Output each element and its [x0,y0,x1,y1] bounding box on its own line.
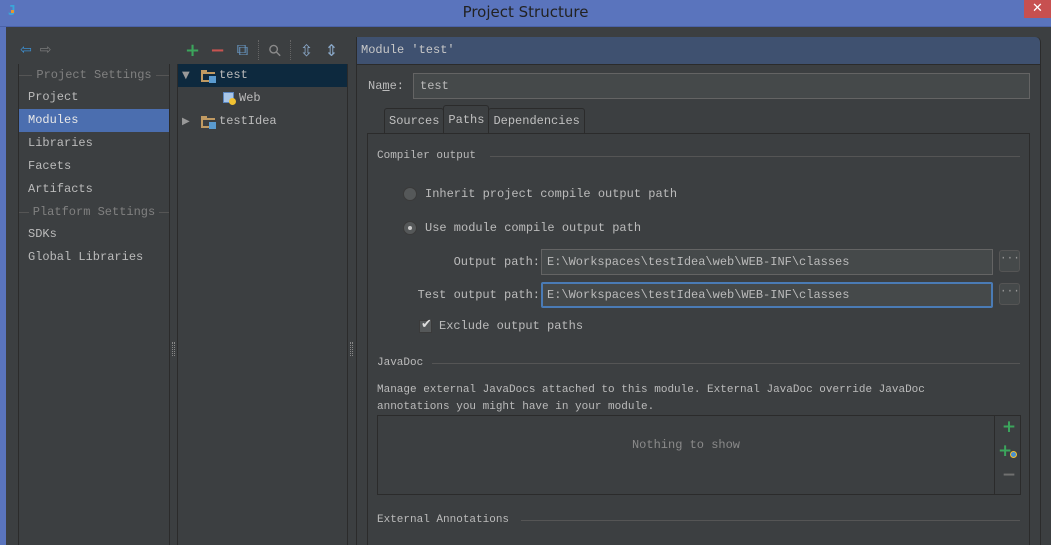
output-path-browse-button[interactable]: ··· [999,250,1020,272]
checkmark-icon: ✔ [421,316,432,332]
collapse-all-icon: ⇕ [324,40,339,60]
exclude-output-checkbox-row[interactable]: ✔ Exclude output paths [419,316,584,334]
name-label: Name: [368,79,405,93]
expand-all-icon: ⇳ [299,40,314,60]
find-button[interactable]: ⚲ [262,39,287,61]
splitter-grip-icon[interactable] [172,342,175,356]
splitter-grip-icon[interactable] [350,342,353,356]
output-path-label: Output path: [453,255,540,269]
add-button[interactable]: + [180,39,205,61]
window-title: Project Structure [462,3,589,21]
module-tree: ▼ test Web ▶ testIdea [177,64,348,545]
tree-node-test[interactable]: ▼ test [178,64,347,87]
toolbar-separator [258,40,259,60]
test-output-path-input[interactable] [541,282,993,308]
tree-node-label: testIdea [219,114,277,128]
collapsed-arrow-icon[interactable]: ▶ [182,110,190,133]
expand-all-button[interactable]: ⇳ [294,39,319,61]
sidebar-item-libraries[interactable]: Libraries [19,132,169,155]
test-output-path-row: Test output path: ··· [368,282,1031,308]
exclude-output-checkbox[interactable]: ✔ [419,316,432,333]
close-button[interactable]: ✕ [1024,0,1051,18]
tab-paths[interactable]: Paths [443,105,490,133]
sidebar-item-project[interactable]: Project [19,86,169,109]
minus-icon: − [209,39,226,61]
back-arrow-icon[interactable]: ⇦ [20,40,32,60]
external-annotations-title: External Annotations [377,514,510,526]
sidebar-section-header: Project Settings [19,64,169,86]
test-output-path-browse-button[interactable]: ··· [999,283,1020,305]
settings-sidebar: Project Settings Project Modules Librari… [18,64,170,545]
output-path-row: Output path: ··· [368,249,1031,275]
remove-javadoc-button[interactable]: − [1001,467,1017,484]
sidebar-item-modules[interactable]: Modules [19,109,169,132]
module-name-row: Name: [357,73,1040,99]
expanded-arrow-icon[interactable]: ▼ [182,64,190,87]
empty-list-text: Nothing to show [631,438,741,452]
toolbar-separator [290,40,291,60]
title-bar: J Project Structure ✕ [0,0,1051,27]
javadoc-title: JavaDoc [377,357,424,369]
module-output-radio[interactable]: Use module compile output path [403,219,641,237]
output-path-input[interactable] [541,249,993,275]
tree-splitter[interactable] [348,64,356,545]
sidebar-section-header: Platform Settings [19,201,169,223]
javadoc-list-panel: Nothing to show + + − [377,415,1021,495]
tree-node-testidea[interactable]: ▶ testIdea [178,110,347,133]
sidebar-item-artifacts[interactable]: Artifacts [19,178,169,201]
module-name-input[interactable] [413,73,1030,99]
globe-badge-icon [1010,451,1017,458]
forward-arrow-icon[interactable]: ⇨ [40,40,52,60]
tree-node-label: Web [239,91,261,105]
module-folder-icon [201,70,216,83]
window-frame-left [0,27,6,545]
close-icon: ✕ [1032,1,1043,16]
paths-tab-content: Compiler output Inherit project compile … [367,133,1030,545]
module-header: Module 'test' [357,37,1040,65]
sidebar-item-global-libraries[interactable]: Global Libraries [19,246,169,269]
copy-icon: ⧉ [236,40,249,59]
javadoc-list-toolbar: + + − [996,416,1021,494]
tab-dependencies[interactable]: Dependencies [488,108,585,133]
search-icon: ⚲ [263,39,286,61]
module-detail-panel: Module 'test' Name: Sources Paths Depend… [356,37,1041,545]
collapse-all-button[interactable]: ⇕ [319,39,344,61]
javadoc-list[interactable]: Nothing to show [378,416,995,494]
test-output-path-label: Test output path: [417,288,540,302]
tree-node-web[interactable]: Web [178,87,347,110]
javadoc-description: Manage external JavaDocs attached to thi… [377,384,925,413]
plus-icon: + [184,39,201,61]
copy-button[interactable]: ⧉ [230,39,255,61]
section-divider [432,363,1020,364]
section-divider [521,520,1020,521]
radio-button-unchecked[interactable] [403,187,417,201]
module-folder-icon [201,116,216,129]
exclude-output-label: Exclude output paths [439,319,584,333]
remove-button[interactable]: − [205,39,230,61]
compiler-output-title: Compiler output [377,150,477,162]
inherit-output-radio[interactable]: Inherit project compile output path [403,185,677,203]
sidebar-item-sdks[interactable]: SDKs [19,223,169,246]
navigation-toolbar: ⇦ ⇨ [20,40,51,60]
sidebar-item-facets[interactable]: Facets [19,155,169,178]
module-tabs: Sources Paths Dependencies [384,105,585,133]
radio-button-checked[interactable] [403,221,417,235]
tab-sources[interactable]: Sources [384,108,445,133]
web-facet-icon [223,92,237,105]
inherit-output-label: Inherit project compile output path [425,187,678,201]
add-javadoc-url-button[interactable]: + [998,443,1017,460]
add-javadoc-button[interactable]: + [1001,419,1017,436]
module-output-label: Use module compile output path [425,221,642,235]
scrollbar-track[interactable] [1041,37,1051,545]
section-divider [490,156,1020,157]
tree-toolbar: + − ⧉ ⚲ ⇳ ⇕ [180,38,344,62]
tree-node-label: test [219,68,248,82]
